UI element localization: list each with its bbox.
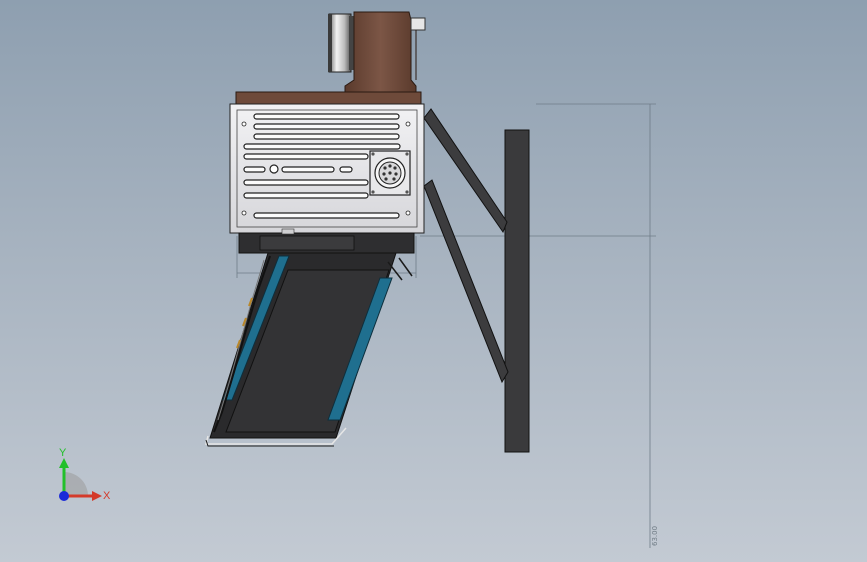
reference-triad: Y X <box>59 447 111 502</box>
controller-box <box>229 103 425 234</box>
base-plate <box>238 228 415 254</box>
gearbox-housing <box>344 11 426 95</box>
conveyor-chute <box>205 252 413 447</box>
gearbox-flange <box>235 91 422 105</box>
triad-x-label: X <box>103 490 111 502</box>
triad-y-label: Y <box>59 447 67 459</box>
cad-drawing: 63.00 Y X <box>59 11 659 548</box>
cad-viewport[interactable]: 63.00 Y X <box>0 0 867 562</box>
mounting-bracket <box>423 108 530 453</box>
motor <box>328 13 354 73</box>
dimension-value: 63.00 <box>651 526 659 546</box>
connector <box>369 150 411 196</box>
